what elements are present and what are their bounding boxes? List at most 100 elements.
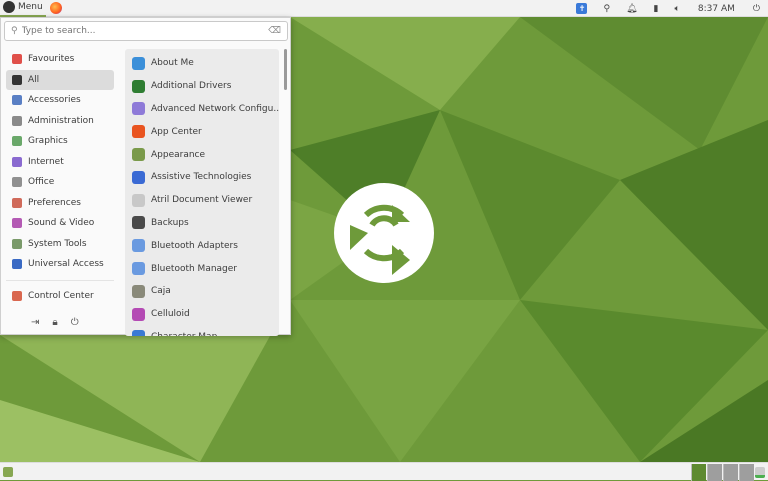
- app-label: Additional Drivers: [151, 81, 232, 92]
- category-universal-access[interactable]: Universal Access: [6, 254, 114, 275]
- system-tools-icon: [12, 238, 22, 249]
- category-label: Internet: [28, 156, 64, 167]
- app-item-app-center[interactable]: App Center: [125, 120, 279, 143]
- celluloid-icon: [132, 307, 145, 321]
- clear-search-icon[interactable]: ⌫: [268, 26, 281, 36]
- category-all[interactable]: All: [6, 69, 114, 90]
- notification-bell-icon[interactable]: 🔔︎: [618, 0, 645, 17]
- app-item-atril-document-viewer[interactable]: Atril Document Viewer: [125, 189, 279, 212]
- app-item-advanced-network-configu[interactable]: Advanced Network Configu...: [125, 98, 279, 121]
- category-office[interactable]: Office: [6, 172, 114, 193]
- power-icon[interactable]: ⏻: [745, 0, 768, 17]
- app-label: Bluetooth Adapters: [151, 240, 238, 251]
- all-icon: [12, 74, 22, 85]
- workspace-2[interactable]: [707, 464, 722, 481]
- app-item-bluetooth-manager[interactable]: Bluetooth Manager: [125, 257, 279, 280]
- bottom-panel: [0, 462, 768, 481]
- battery-icon[interactable]: ▮: [646, 0, 667, 17]
- universal-access-icon: [12, 259, 22, 270]
- category-favourites[interactable]: Favourites: [6, 49, 114, 70]
- category-label: Office: [28, 177, 55, 188]
- caja-icon: [132, 284, 145, 298]
- category-administration[interactable]: Administration: [6, 111, 114, 132]
- show-desktop-icon[interactable]: [3, 467, 13, 477]
- app-item-appearance[interactable]: Appearance: [125, 143, 279, 166]
- backups-icon: [132, 216, 145, 230]
- category-label: Accessories: [28, 95, 81, 106]
- app-item-bluetooth-adapters[interactable]: Bluetooth Adapters: [125, 234, 279, 257]
- sound-video-icon: [12, 218, 22, 229]
- control-center-label: Control Center: [28, 290, 94, 301]
- category-label: Favourites: [28, 54, 75, 65]
- workspace-1[interactable]: [691, 464, 706, 481]
- firefox-icon[interactable]: [49, 2, 62, 14]
- app-item-assistive-technologies[interactable]: Assistive Technologies: [125, 166, 279, 189]
- app-label: Celluloid: [151, 309, 190, 320]
- app-item-celluloid[interactable]: Celluloid: [125, 303, 279, 326]
- character-map-icon: [132, 330, 145, 336]
- ubuntu-mate-logo-icon: [3, 1, 15, 13]
- category-label: System Tools: [28, 238, 87, 249]
- accessibility-icon[interactable]: ✝: [568, 0, 595, 17]
- preferences-icon: [12, 197, 22, 208]
- volume-icon[interactable]: 🔈︎: [666, 0, 687, 17]
- category-label: All: [28, 74, 40, 85]
- app-label: App Center: [151, 126, 202, 137]
- app-item-character-map[interactable]: Character Map: [125, 326, 279, 336]
- office-icon: [12, 177, 22, 188]
- lock-icon[interactable]: 🔒︎: [52, 317, 57, 328]
- divider: [6, 279, 114, 281]
- application-menu: ⚲ ⌫ Favourites All Accessories Administrati…: [0, 17, 291, 336]
- search-box[interactable]: ⚲ ⌫: [4, 21, 288, 41]
- app-center-icon: [132, 125, 145, 139]
- app-item-about-me[interactable]: About Me: [125, 52, 279, 75]
- app-item-backups[interactable]: Backups: [125, 212, 279, 235]
- category-system-tools[interactable]: System Tools: [6, 234, 114, 255]
- app-list-scrollbar[interactable]: [284, 49, 287, 90]
- search-icon: ⚲: [11, 26, 18, 36]
- shutdown-icon[interactable]: ⏻: [71, 317, 79, 328]
- clock[interactable]: 8:37 AM: [688, 0, 745, 17]
- trash-icon[interactable]: [755, 467, 765, 478]
- category-graphics[interactable]: Graphics: [6, 131, 114, 152]
- app-label: Appearance: [151, 149, 206, 160]
- category-label: Sound & Video: [28, 218, 95, 229]
- category-sound-video[interactable]: Sound & Video: [6, 213, 114, 234]
- control-center-icon: [12, 290, 22, 301]
- category-accessories[interactable]: Accessories: [6, 90, 114, 111]
- workspace-4[interactable]: [739, 464, 754, 481]
- app-label: Atril Document Viewer: [151, 195, 253, 206]
- application-list: About Me Additional Drivers Advanced Netwo…: [125, 49, 279, 336]
- category-label: Preferences: [28, 197, 81, 208]
- network-icon[interactable]: ⚲: [595, 0, 618, 17]
- accessories-icon: [12, 95, 22, 106]
- app-label: Bluetooth Manager: [151, 263, 238, 274]
- app-item-caja[interactable]: Caja: [125, 280, 279, 303]
- control-center-item[interactable]: Control Center: [6, 286, 114, 307]
- session-buttons: ⇥ 🔒︎ ⏻: [31, 317, 79, 328]
- administration-icon: [12, 115, 22, 126]
- app-label: Caja: [151, 286, 171, 297]
- bluetooth-adapters-icon: [132, 239, 145, 253]
- category-list: Favourites All Accessories Administration Gr…: [6, 49, 114, 306]
- bluetooth-manager-icon: [132, 262, 145, 276]
- favourites-icon: [12, 54, 22, 65]
- app-item-additional-drivers[interactable]: Additional Drivers: [125, 75, 279, 98]
- top-panel: Menu ✝ ⚲ 🔔︎ ▮ 🔈︎ 8:37 AM ⏻: [0, 0, 768, 17]
- advanced-network-configu-icon: [132, 102, 145, 116]
- about-me-icon: [132, 56, 145, 70]
- category-internet[interactable]: Internet: [6, 152, 114, 173]
- category-label: Graphics: [28, 136, 68, 147]
- system-tray: ✝ ⚲ 🔔︎ ▮ 🔈︎ 8:37 AM ⏻: [568, 0, 768, 17]
- category-preferences[interactable]: Preferences: [6, 193, 114, 214]
- search-input[interactable]: [21, 26, 265, 36]
- workspace-3[interactable]: [723, 464, 738, 481]
- menu-button[interactable]: Menu: [0, 0, 46, 17]
- appearance-icon: [132, 148, 145, 162]
- category-label: Universal Access: [28, 259, 104, 270]
- additional-drivers-icon: [132, 79, 145, 93]
- logout-icon[interactable]: ⇥: [31, 317, 39, 328]
- category-label: Administration: [28, 115, 94, 126]
- internet-icon: [12, 156, 22, 167]
- atril-document-viewer-icon: [132, 193, 145, 207]
